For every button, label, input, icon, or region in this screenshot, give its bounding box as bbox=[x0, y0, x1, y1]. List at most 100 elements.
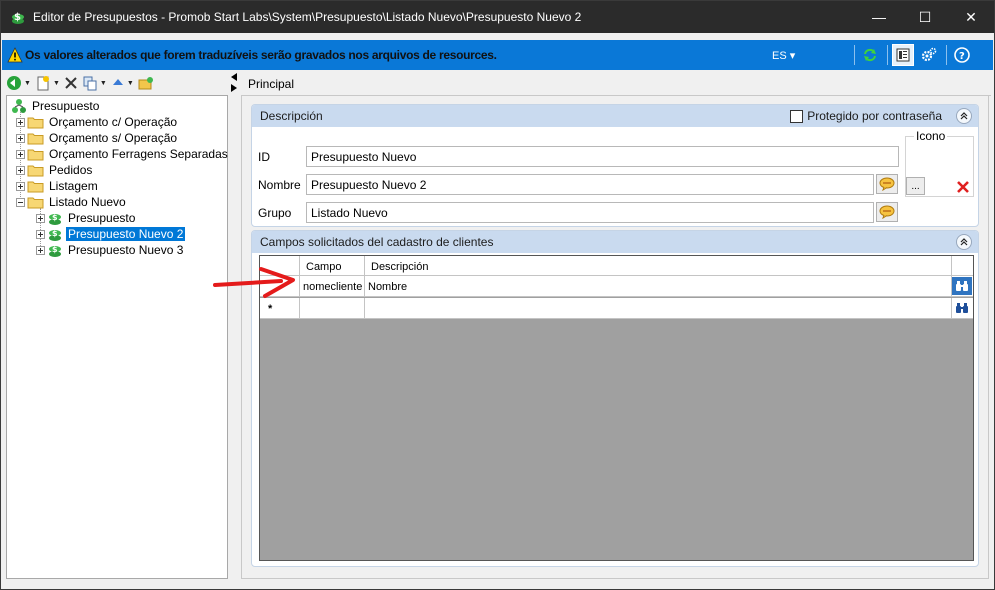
window-title: Editor de Presupuestos - Promob Start La… bbox=[33, 10, 582, 24]
folder-icon bbox=[27, 165, 44, 176]
campo-cell-empty[interactable] bbox=[300, 298, 365, 319]
id-input[interactable]: Presupuesto Nuevo bbox=[306, 146, 899, 167]
nombre-input[interactable]: Presupuesto Nuevo 2 bbox=[306, 174, 874, 195]
tab-principal[interactable]: Principal bbox=[248, 77, 294, 91]
folder-icon bbox=[27, 133, 44, 144]
import-button[interactable] bbox=[138, 75, 154, 91]
tree-toolbar: ▼ ▼ ▼ ▼ bbox=[6, 73, 158, 93]
warning-icon bbox=[7, 47, 23, 63]
layout-icon[interactable] bbox=[892, 44, 914, 66]
editor-window: $ Editor de Presupuestos - Promob Start … bbox=[0, 0, 995, 590]
separator bbox=[854, 45, 855, 65]
tree-item-orcamento-c-operacao[interactable]: Orçamento c/ Operação bbox=[16, 114, 179, 130]
folder-icon bbox=[27, 149, 44, 160]
arrow-up-icon bbox=[112, 79, 123, 85]
tree-item-orcamento-s-operacao[interactable]: Orçamento s/ Operação bbox=[16, 130, 179, 146]
remove-icon-button[interactable] bbox=[954, 178, 972, 196]
move-up-button[interactable]: ▼ bbox=[111, 76, 134, 90]
svg-text:$: $ bbox=[52, 245, 58, 254]
tree-item-presupuesto[interactable]: $ Presupuesto bbox=[36, 210, 137, 226]
separator bbox=[887, 45, 888, 65]
folder-icon bbox=[27, 181, 44, 192]
nombre-label: Nombre bbox=[258, 178, 301, 192]
campos-grid: Campo Descripción nomecliente Nombre * bbox=[259, 255, 974, 561]
svg-text:$: $ bbox=[52, 213, 58, 222]
new-item-button[interactable]: ▼ bbox=[35, 75, 60, 91]
red-annotation-arrow bbox=[213, 267, 295, 298]
binoculars-icon bbox=[956, 281, 968, 291]
tree-root-presupuesto[interactable]: Presupuesto bbox=[11, 98, 101, 114]
red-x-icon bbox=[957, 181, 969, 193]
speech-bubble-icon bbox=[879, 205, 895, 219]
column-header-actions bbox=[952, 256, 973, 277]
budget-dollar-icon: $ bbox=[49, 213, 61, 225]
budget-dollar-icon: $ bbox=[49, 245, 61, 257]
refresh-icon[interactable] bbox=[859, 44, 881, 66]
grid-header-row: Campo Descripción bbox=[260, 256, 973, 277]
panel-splitter[interactable] bbox=[229, 71, 238, 95]
svg-text:$: $ bbox=[14, 12, 21, 23]
expand-icon[interactable] bbox=[16, 165, 25, 175]
descripcion-cell-empty[interactable] bbox=[365, 298, 952, 319]
tree-label: Orçamento Ferragens Separadas bbox=[49, 147, 228, 161]
new-row[interactable]: * bbox=[260, 298, 973, 319]
id-label: ID bbox=[258, 150, 270, 164]
minimize-button[interactable]: — bbox=[856, 1, 902, 33]
delete-button[interactable] bbox=[64, 76, 78, 90]
tree-label: Presupuesto bbox=[32, 99, 100, 113]
column-header-campo[interactable]: Campo bbox=[300, 256, 365, 277]
grupo-label: Grupo bbox=[258, 206, 292, 220]
tree-label: Orçamento c/ Operação bbox=[49, 115, 178, 129]
svg-text:$: $ bbox=[52, 229, 58, 238]
budget-dollar-icon: $ bbox=[49, 229, 61, 241]
translate-nombre-button[interactable] bbox=[876, 174, 898, 194]
tree-label: Orçamento s/ Operação bbox=[49, 131, 178, 145]
maximize-button[interactable]: ☐ bbox=[902, 1, 948, 33]
expand-icon[interactable] bbox=[16, 181, 25, 191]
app-dollar-icon: $ bbox=[12, 12, 24, 24]
search-field-button[interactable] bbox=[952, 277, 972, 295]
expand-icon[interactable] bbox=[16, 149, 25, 159]
translate-grupo-button[interactable] bbox=[876, 202, 898, 222]
table-row[interactable]: nomecliente Nombre bbox=[260, 276, 973, 297]
expand-icon[interactable] bbox=[36, 245, 45, 255]
expand-icon[interactable] bbox=[36, 213, 45, 223]
chevron-down-icon: ▼ bbox=[126, 79, 134, 87]
search-field-button[interactable] bbox=[952, 299, 972, 317]
collapse-descripcion-button[interactable] bbox=[956, 108, 972, 124]
collapse-campos-button[interactable] bbox=[956, 234, 972, 250]
expand-icon[interactable] bbox=[16, 133, 25, 143]
protegido-checkbox[interactable]: Protegido por contraseña bbox=[790, 109, 942, 123]
tree-label: Pedidos bbox=[49, 163, 93, 177]
expand-icon[interactable] bbox=[36, 229, 45, 239]
descripcion-header: Descripción Protegido por contraseña bbox=[252, 105, 978, 127]
descripcion-cell[interactable]: Nombre bbox=[365, 276, 952, 297]
browse-icon-button[interactable]: ... bbox=[906, 177, 925, 195]
help-icon[interactable]: ? bbox=[951, 44, 973, 66]
language-selector[interactable]: ES ▾ bbox=[772, 49, 795, 62]
tree-view: Presupuesto Orçamento c/ Operação Orçame… bbox=[6, 95, 228, 579]
tree-label: Presupuesto bbox=[68, 211, 136, 225]
settings-gears-icon[interactable] bbox=[918, 44, 940, 66]
protegido-label: Protegido por contraseña bbox=[807, 109, 942, 123]
descripcion-title: Descripción bbox=[260, 109, 323, 123]
title-bar: $ Editor de Presupuestos - Promob Start … bbox=[1, 1, 994, 33]
expand-icon[interactable] bbox=[16, 117, 25, 127]
tree-item-listagem[interactable]: Listagem bbox=[16, 178, 100, 194]
checkbox-box[interactable] bbox=[790, 109, 804, 123]
copy-button[interactable]: ▼ bbox=[82, 75, 107, 91]
back-button[interactable]: ▼ bbox=[6, 75, 31, 91]
tab-divider bbox=[241, 95, 991, 96]
tree-item-pedidos[interactable]: Pedidos bbox=[16, 162, 94, 178]
tree-item-orcamento-ferragens[interactable]: Orçamento Ferragens Separadas bbox=[16, 146, 230, 162]
svg-text:?: ? bbox=[959, 51, 965, 62]
tree-item-listado-nuevo[interactable]: Listado Nuevo bbox=[16, 194, 128, 210]
close-window-button[interactable]: ✕ bbox=[948, 1, 994, 33]
campo-cell[interactable]: nomecliente bbox=[300, 276, 365, 297]
tree-item-presupuesto-nuevo-2[interactable]: $ Presupuesto Nuevo 2 bbox=[36, 226, 186, 242]
tree-item-presupuesto-nuevo-3[interactable]: $ Presupuesto Nuevo 3 bbox=[36, 242, 185, 258]
folder-icon bbox=[27, 117, 44, 128]
grupo-input[interactable]: Listado Nuevo bbox=[306, 202, 874, 223]
column-header-descripcion[interactable]: Descripción bbox=[365, 256, 952, 277]
collapse-icon[interactable] bbox=[16, 197, 25, 207]
